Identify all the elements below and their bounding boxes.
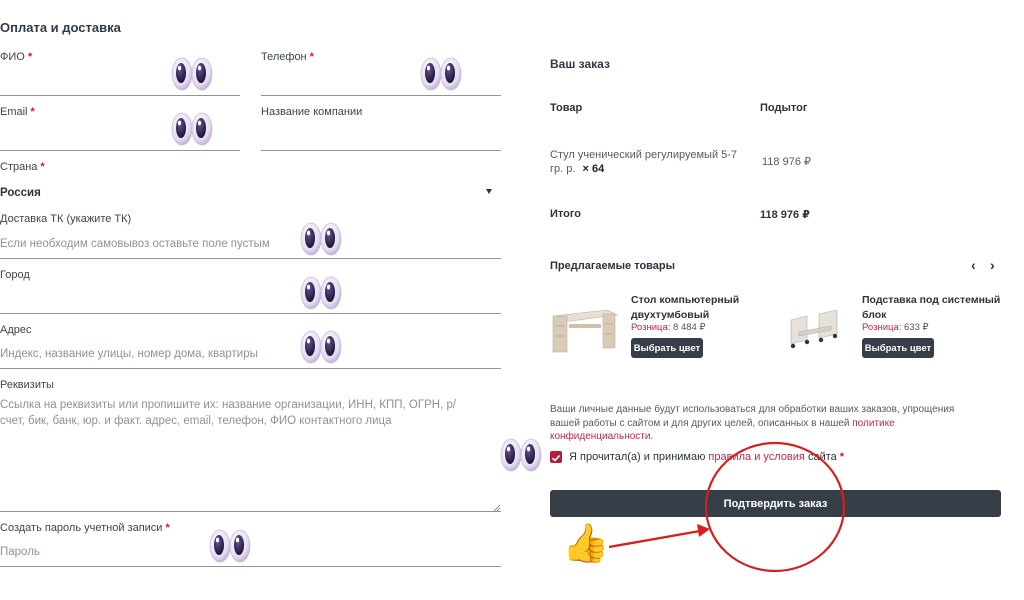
requisites-placeholder-line1: Ссылка на реквизиты или пропишите их: на… — [0, 399, 457, 411]
delivery-input[interactable]: Если необходим самовывоз оставьте поле п… — [0, 222, 501, 259]
order-item-name-line1: Стул ученический регулируемый 5-7 — [550, 149, 738, 161]
thumbs-up-icon: 👍 — [562, 523, 610, 565]
address-input[interactable]: Индекс, название улицы, номер дома, квар… — [0, 333, 501, 369]
choose-color-button-2[interactable]: Выбрать цвет — [862, 338, 934, 358]
country-select[interactable]: Россия — [0, 180, 500, 206]
privacy-text: Ваши личные данные будут использоваться … — [550, 404, 955, 442]
password-placeholder: Пароль — [0, 546, 40, 558]
eyes-icon — [299, 329, 343, 365]
eyes-icon — [419, 56, 463, 92]
phone-input[interactable] — [261, 58, 501, 96]
country-value: Россия — [0, 187, 41, 199]
product-image-stand[interactable] — [785, 302, 845, 350]
total-label: Итого — [550, 208, 582, 220]
country-label: Страна * — [0, 161, 45, 173]
product-price-1: Розница: 8 484 ₽ — [631, 322, 706, 333]
city-input[interactable] — [0, 278, 501, 314]
eyes-icon — [299, 221, 343, 257]
requisites-placeholder-line2: счет, бик, банк, юр. и факт. адрес, emai… — [0, 415, 392, 427]
company-input[interactable] — [261, 113, 501, 151]
eyes-icon — [208, 528, 252, 564]
eyes-icon — [499, 437, 543, 473]
annotation-arrowhead — [697, 524, 710, 537]
product-name-2[interactable]: Подставка под системный блок — [862, 293, 1000, 323]
suggested-title: Предлагаемые товары — [550, 260, 676, 272]
address-placeholder: Индекс, название улицы, номер дома, квар… — [0, 348, 258, 360]
delivery-placeholder: Если необходим самовывоз оставьте поле п… — [0, 238, 270, 250]
agree-checkbox[interactable] — [550, 451, 562, 463]
requisites-textarea[interactable]: Ссылка на реквизиты или пропишите их: на… — [0, 393, 501, 512]
annotation-arrow — [608, 529, 701, 549]
confirm-order-button[interactable]: Подтвердить заказ — [550, 490, 1001, 517]
total-value: 118 976 ₽ — [760, 209, 810, 221]
requisites-label: Реквизиты — [0, 379, 54, 391]
col-product: Товар — [550, 102, 583, 114]
chevron-down-icon — [486, 189, 492, 194]
privacy-link[interactable]: политике — [852, 418, 894, 429]
order-item-name-line2: гр. р. × 64 — [550, 163, 605, 175]
eyes-icon — [299, 275, 343, 311]
carousel-next-icon[interactable]: › — [990, 257, 995, 273]
checkmark-icon — [551, 454, 561, 462]
eyes-icon — [170, 111, 214, 147]
eyes-icon — [170, 56, 214, 92]
terms-link[interactable]: правила и условия — [708, 451, 804, 463]
product-price-2: Розница: 633 ₽ — [862, 322, 929, 333]
agree-label: Я прочитал(а) и принимаю правила и услов… — [569, 451, 845, 463]
section-title-payment-delivery: Оплата и доставка — [0, 20, 121, 35]
order-title: Ваш заказ — [550, 57, 610, 71]
privacy-link-cont[interactable]: конфиденциальности — [550, 431, 650, 442]
carousel-prev-icon[interactable]: ‹ — [971, 257, 976, 273]
product-image-desk[interactable] — [549, 302, 619, 354]
choose-color-button-1[interactable]: Выбрать цвет — [631, 338, 703, 358]
resize-handle-icon[interactable] — [493, 504, 500, 511]
product-name-1[interactable]: Стол компьютерный двухтумбовый — [631, 293, 739, 323]
order-item-price: 118 976 ₽ — [762, 156, 812, 168]
col-subtotal: Подытог — [760, 102, 808, 114]
